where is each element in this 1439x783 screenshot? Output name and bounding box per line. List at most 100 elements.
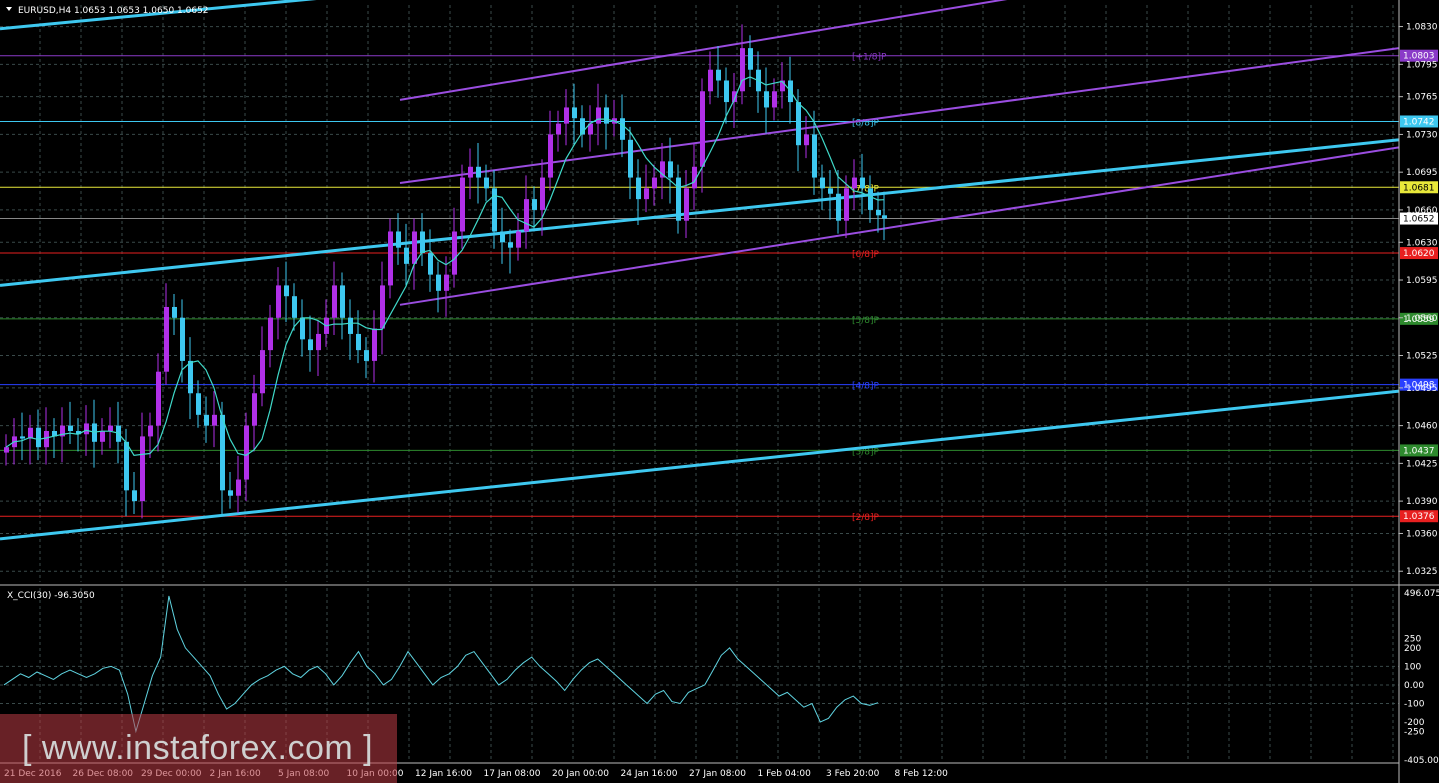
- candle-body: [708, 69, 713, 92]
- candle-body: [172, 306, 177, 318]
- candle-body: [284, 285, 289, 297]
- murray-price-label: 1.0437: [1403, 446, 1435, 456]
- time-tick-label: 8 Feb 12:00: [895, 769, 949, 779]
- murray-level-label: [5/8]P: [852, 316, 880, 326]
- candle-body: [4, 447, 9, 453]
- candle-body: [516, 231, 521, 248]
- cci-tick-label: 0.00: [1404, 681, 1424, 691]
- candle-body: [564, 107, 569, 124]
- price-tick-label: 1.0695: [1406, 168, 1438, 178]
- candle-body: [196, 393, 201, 415]
- candle-body: [372, 328, 377, 361]
- collapse-arrow-icon[interactable]: [6, 7, 12, 11]
- candle-body: [348, 317, 353, 334]
- candle-body: [796, 102, 801, 146]
- candle-body: [44, 431, 49, 448]
- candle-body: [836, 193, 841, 221]
- candle-body: [36, 427, 41, 448]
- candle-body: [540, 177, 545, 210]
- candle-body: [420, 231, 425, 254]
- candle-body: [244, 425, 249, 480]
- price-tick-label: 1.0730: [1406, 130, 1438, 140]
- price-tick-label: 1.0595: [1406, 276, 1438, 286]
- candle-body: [140, 436, 145, 502]
- time-tick-label: 20 Jan 00:00: [552, 769, 609, 779]
- candle-body: [300, 317, 305, 340]
- candle-body: [444, 274, 449, 291]
- murray-level-label: [2/8]P: [852, 513, 880, 523]
- chart-svg: [+2/8]P[+1/8]P1.0803[8/8]P1.0742[7/8]P1.…: [0, 0, 1439, 783]
- candle-body: [644, 188, 649, 200]
- cci-tick-label: -405.0097: [1404, 756, 1439, 766]
- time-tick-label: 3 Feb 20:00: [826, 769, 880, 779]
- candle-body: [764, 91, 769, 108]
- candle-body: [628, 139, 633, 178]
- candle-body: [700, 91, 705, 167]
- candle-body: [148, 425, 153, 437]
- candle-body: [292, 296, 297, 318]
- moving-average-line: [5, 76, 885, 456]
- candle-body: [828, 188, 833, 194]
- time-tick-label: 1 Feb 04:00: [758, 769, 812, 779]
- candle-body: [364, 350, 369, 361]
- cci-line: [3, 595, 879, 734]
- price-tick-label: 1.0325: [1406, 567, 1438, 577]
- candle-body: [724, 80, 729, 103]
- murray-level-label: [6/8]P: [852, 250, 880, 260]
- candle-body: [868, 188, 873, 210]
- candle-body: [716, 69, 721, 81]
- trend-line-middle: [0, 138, 1400, 287]
- candle-body: [844, 188, 849, 221]
- candle-body: [188, 360, 193, 394]
- candle-body: [772, 91, 777, 108]
- cci-tick-label: 496.0751: [1404, 589, 1439, 599]
- price-tick-label: 1.0525: [1406, 352, 1438, 362]
- candle-body: [380, 285, 385, 329]
- candle-body: [484, 177, 489, 189]
- candle-body: [556, 123, 561, 135]
- candle-body: [276, 285, 281, 318]
- candle-body: [404, 247, 409, 264]
- symbol-header: EURUSD,H4 1.0653 1.0653 1.0650 1.0652: [18, 6, 209, 16]
- candle-body: [428, 253, 433, 275]
- current-price-label: 1.0652: [1403, 215, 1435, 225]
- candle-body: [340, 285, 345, 318]
- candle-body: [636, 177, 641, 200]
- candle-body: [68, 425, 73, 432]
- candle-body: [596, 107, 601, 124]
- candle-body: [500, 231, 505, 243]
- candle-body: [812, 134, 817, 178]
- grid-lines: [0, 5, 1399, 762]
- price-tick-label: 1.0795: [1406, 60, 1438, 70]
- candle-body: [820, 177, 825, 189]
- candle-body: [132, 490, 137, 502]
- candle-body: [84, 423, 89, 435]
- candle-body: [852, 177, 857, 189]
- candle-body: [308, 339, 313, 351]
- price-tick-label: 1.0460: [1406, 422, 1438, 432]
- candle-body: [436, 274, 441, 291]
- candle-body: [108, 425, 113, 432]
- candle-body: [548, 134, 553, 178]
- candle-body: [252, 393, 257, 426]
- candle-body: [452, 231, 457, 275]
- murray-level-label: [+1/8]P: [852, 53, 887, 63]
- candle-body: [620, 118, 625, 140]
- candle-body: [572, 107, 577, 119]
- candle-body: [236, 479, 241, 496]
- price-tick-label: 1.0360: [1406, 529, 1438, 539]
- candle-body: [882, 215, 887, 219]
- trend-lines: [0, 0, 1400, 541]
- murray-price-label: 1.0376: [1403, 512, 1435, 522]
- watermark-banner: [ www.instaforex.com ]: [0, 714, 397, 783]
- time-tick-label: 24 Jan 16:00: [621, 769, 678, 779]
- candle-body: [860, 177, 865, 189]
- candle-body: [604, 107, 609, 124]
- candle-body: [804, 134, 809, 146]
- candle-body: [228, 490, 233, 496]
- indicator-header: X_CCI(30) -96.3050: [7, 591, 95, 601]
- candle-body: [220, 414, 225, 491]
- candle-body: [212, 414, 217, 426]
- candle-body: [748, 48, 753, 70]
- price-tick-label: 1.0425: [1406, 459, 1438, 469]
